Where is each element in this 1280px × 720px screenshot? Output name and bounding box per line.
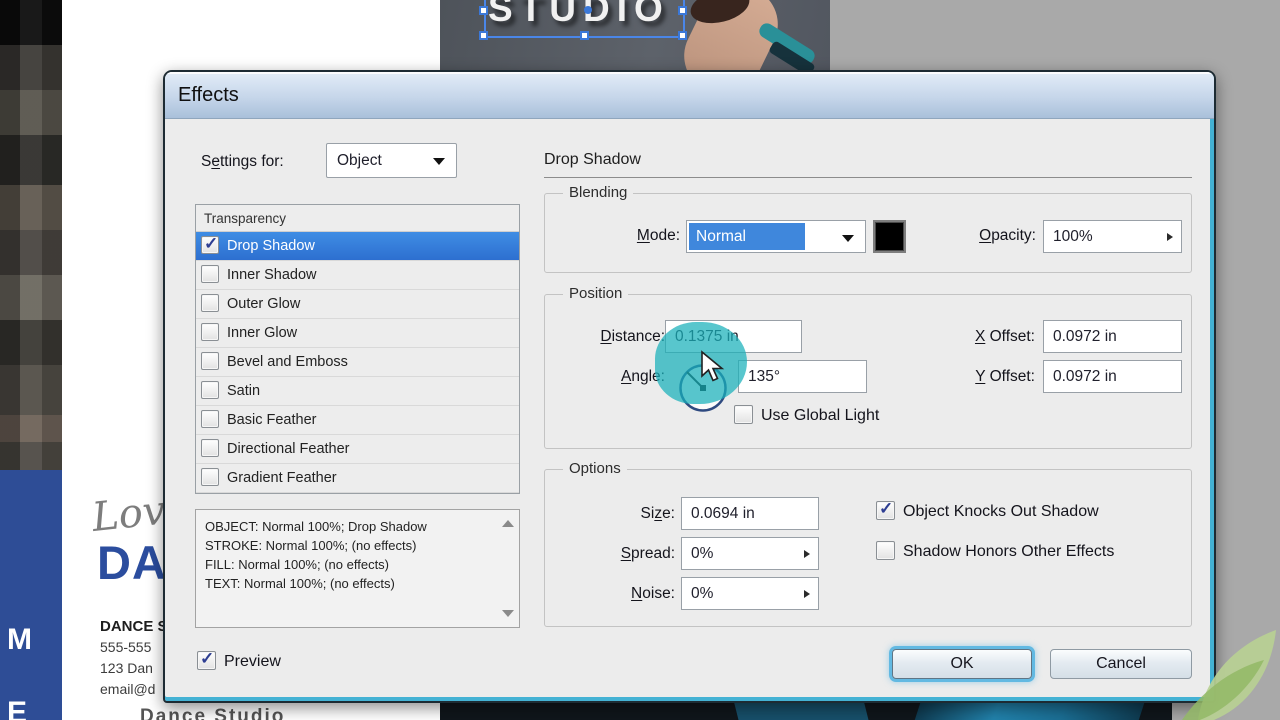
chevron-down-icon — [842, 235, 854, 242]
effects-list-item-satin[interactable]: Satin — [196, 377, 519, 406]
cancel-button[interactable]: Cancel — [1050, 649, 1192, 679]
use-global-light-checkbox[interactable] — [734, 405, 753, 424]
logo-dance-word: DA — [97, 536, 167, 589]
dialog-titlebar[interactable]: Effects — [165, 72, 1214, 119]
noise-field[interactable]: 0% — [681, 577, 819, 610]
strip-letter-m: M — [7, 623, 32, 656]
scroll-up-icon[interactable] — [502, 520, 514, 527]
fabric-fold — [914, 700, 1146, 720]
settings-for-value: Object — [337, 152, 382, 169]
use-global-light-label: Use Global Light — [761, 407, 880, 424]
bottom-caption: Dance Studio — [140, 706, 286, 720]
satin-checkbox[interactable] — [201, 381, 219, 399]
document-photo-bottom — [440, 700, 1172, 720]
object-knocks-out-shadow-checkbox[interactable] — [876, 499, 895, 520]
selection-handle[interactable] — [580, 31, 589, 40]
pixelated-thumbnail-strip — [0, 0, 62, 472]
x-offset-field[interactable]: 0.0972 in — [1043, 320, 1182, 353]
directional-feather-checkbox[interactable] — [201, 439, 219, 457]
blend-mode-value: Normal — [689, 223, 805, 250]
selection-handle[interactable] — [678, 6, 687, 15]
y-offset-label: Y Offset: — [975, 368, 1035, 385]
blending-group: Blending Mode: Normal Opacity: 100% — [544, 184, 1192, 273]
ok-button[interactable]: OK — [892, 649, 1032, 679]
gradient-feather-checkbox[interactable] — [201, 468, 219, 486]
effects-summary-box: OBJECT: Normal 100%; Drop Shadow STROKE:… — [195, 509, 520, 628]
options-group: Options Size: 0.0694 in Spread: 0% Noise… — [544, 460, 1192, 627]
fabric-fold — [733, 700, 869, 720]
angle-label: Angle: — [621, 368, 665, 385]
heading-rule — [544, 177, 1192, 178]
scroll-down-icon[interactable] — [502, 610, 514, 617]
effects-list-item-outer-glow[interactable]: Outer Glow — [196, 290, 519, 319]
size-label: Size: — [640, 505, 675, 522]
summary-line: TEXT: Normal 100%; (no effects) — [205, 576, 395, 591]
object-knocks-out-shadow-label: Object Knocks Out Shadow — [903, 503, 1099, 520]
selection-port-dot — [584, 6, 592, 14]
document-photo: STUDIO — [440, 0, 830, 70]
position-legend: Position — [563, 285, 629, 302]
effects-list-item-directional-feather[interactable]: Directional Feather — [196, 435, 519, 464]
mouse-cursor-icon — [701, 350, 725, 382]
settings-for-label: Settings for: — [201, 153, 284, 170]
leaf-watermark — [1182, 630, 1276, 720]
effects-list-header: Transparency — [196, 205, 519, 232]
spread-label: Spread: — [620, 545, 675, 562]
blue-sidebar-strip: M E — [0, 470, 62, 720]
summary-line: STROKE: Normal 100%; (no effects) — [205, 538, 417, 553]
preview-label: Preview — [224, 653, 281, 670]
selection-handle[interactable] — [678, 31, 687, 40]
size-field[interactable]: 0.0694 in — [681, 497, 819, 530]
bevel-and-emboss-checkbox[interactable] — [201, 352, 219, 370]
preview-checkbox[interactable] — [197, 649, 216, 670]
flyout-arrow-icon[interactable] — [804, 550, 810, 558]
drop-shadow-checkbox[interactable] — [201, 234, 219, 254]
selection-handle[interactable] — [479, 6, 488, 15]
outer-glow-checkbox[interactable] — [201, 294, 219, 312]
distance-label: Distance: — [600, 328, 665, 345]
noise-label: Noise: — [631, 585, 675, 602]
y-offset-field[interactable]: 0.0972 in — [1043, 360, 1182, 393]
mode-label: Mode: — [636, 227, 680, 244]
options-legend: Options — [563, 460, 627, 477]
settings-for-dropdown[interactable]: Object — [326, 143, 457, 178]
effects-list-item-bevel-and-emboss[interactable]: Bevel and Emboss — [196, 348, 519, 377]
shadow-color-swatch[interactable] — [873, 220, 906, 253]
shadow-honors-other-effects-label: Shadow Honors Other Effects — [903, 543, 1115, 560]
dialog-title: Effects — [178, 84, 239, 106]
angle-field[interactable]: 135° — [738, 360, 867, 393]
position-group: Position Distance: 0.1375 in Angle: 135°… — [544, 285, 1192, 449]
selection-handle[interactable] — [479, 31, 488, 40]
effects-list: Transparency Drop Shadow Inner Shadow Ou… — [195, 204, 520, 494]
inner-glow-checkbox[interactable] — [201, 323, 219, 341]
inner-shadow-checkbox[interactable] — [201, 265, 219, 283]
summary-line: OBJECT: Normal 100%; Drop Shadow — [205, 519, 427, 534]
flyout-arrow-icon[interactable] — [1167, 233, 1173, 241]
chevron-down-icon — [433, 158, 445, 165]
basic-feather-checkbox[interactable] — [201, 410, 219, 428]
studio-headline: STUDIO — [488, 0, 670, 29]
strip-letter-e: E — [7, 696, 28, 720]
shadow-honors-other-effects-checkbox[interactable] — [876, 541, 895, 560]
blending-legend: Blending — [563, 184, 634, 201]
flyout-arrow-icon[interactable] — [804, 590, 810, 598]
opacity-label: Opacity: — [979, 227, 1036, 244]
summary-line: FILL: Normal 100%; (no effects) — [205, 557, 390, 572]
x-offset-label: X Offset: — [974, 328, 1035, 345]
panel-heading: Drop Shadow — [544, 151, 641, 168]
effects-list-item-inner-shadow[interactable]: Inner Shadow — [196, 261, 519, 290]
spread-field[interactable]: 0% — [681, 537, 819, 570]
effects-list-item-gradient-feather[interactable]: Gradient Feather — [196, 464, 519, 493]
effects-list-item-drop-shadow[interactable]: Drop Shadow — [196, 232, 519, 261]
effects-list-item-basic-feather[interactable]: Basic Feather — [196, 406, 519, 435]
opacity-field[interactable]: 100% — [1043, 220, 1182, 253]
blend-mode-dropdown[interactable]: Normal — [686, 220, 866, 253]
effects-list-item-inner-glow[interactable]: Inner Glow — [196, 319, 519, 348]
